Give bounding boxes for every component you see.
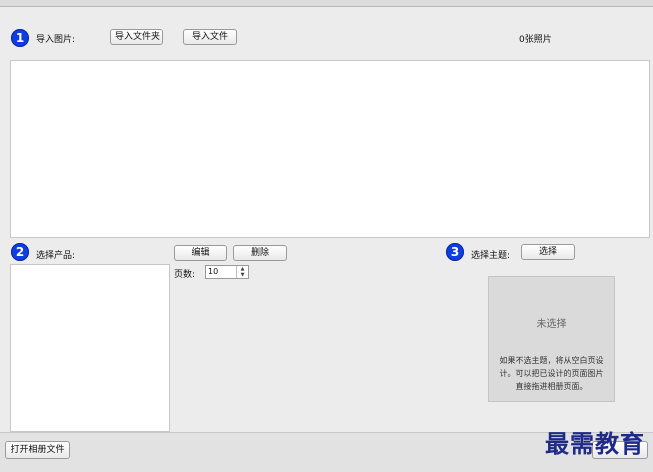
theme-status: 未选择: [536, 319, 567, 330]
step-1-badge: 1: [11, 29, 29, 47]
theme-preview[interactable]: 未选择 如果不选主题，将从空白页设计。可以把已设计的页面图片直接拖进相册页面。: [488, 276, 615, 402]
photo-count: 0张照片: [519, 35, 552, 45]
select-theme-label: 选择主题:: [471, 251, 511, 261]
edit-button[interactable]: 编辑: [174, 245, 227, 261]
pages-stepper[interactable]: 10 ▲ ▼: [205, 265, 249, 279]
delete-button[interactable]: 删除: [233, 245, 287, 261]
select-product-label: 选择产品:: [36, 251, 76, 261]
import-file-button[interactable]: 导入文件: [183, 29, 237, 45]
select-theme-button[interactable]: 选择: [521, 244, 575, 260]
product-list[interactable]: [10, 264, 170, 432]
image-drop-area[interactable]: [10, 60, 650, 238]
import-images-label: 导入图片:: [36, 35, 76, 45]
pages-label: 页数:: [174, 270, 196, 280]
stepper-down-icon[interactable]: ▼: [237, 272, 248, 278]
open-album-button[interactable]: 打开相册文件: [5, 441, 70, 459]
top-border: [0, 0, 653, 7]
step-3-badge: 3: [446, 243, 464, 261]
step-2-badge: 2: [11, 243, 29, 261]
theme-hint: 如果不选主题，将从空白页设计。可以把已设计的页面图片直接拖进相册页面。: [499, 356, 604, 391]
watermark-logo: 最需教育: [545, 429, 645, 458]
pages-value: 10: [208, 267, 219, 276]
import-folder-button[interactable]: 导入文件夹: [110, 29, 163, 45]
